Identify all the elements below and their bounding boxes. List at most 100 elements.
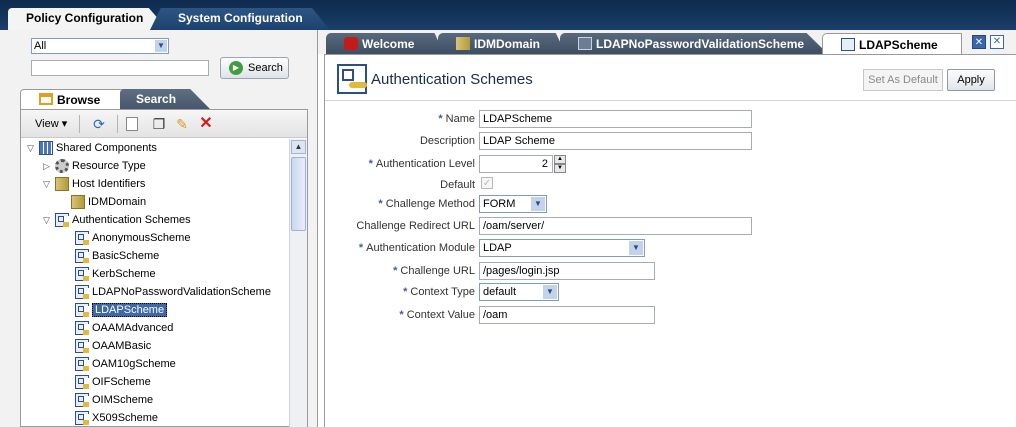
auth-module-select[interactable]: LDAP ▼ — [479, 239, 645, 257]
challenge-url-row: * Challenge URL — [325, 262, 475, 282]
description-label: Description — [419, 135, 475, 147]
refresh-icon[interactable]: ⟳ — [91, 116, 107, 132]
host-icon — [71, 195, 85, 209]
tree-item-scheme[interactable]: OAAMAdvanced — [75, 319, 173, 337]
edit-pencil-icon[interactable]: ✎ — [174, 116, 190, 132]
toolbar-divider — [79, 115, 80, 133]
scrollbar-thumb[interactable] — [291, 157, 306, 231]
oracle-icon — [344, 37, 358, 50]
set-as-default-button[interactable]: Set As Default — [863, 69, 943, 91]
auth-scheme-icon — [75, 411, 89, 425]
name-field[interactable]: LDAPScheme — [479, 110, 752, 128]
tree-item-authentication-schemes[interactable]: ▽ Authentication Schemes — [43, 211, 191, 229]
policy-tree: ▽ Shared Components ▷ Resource Type ▽ Host … — [21, 139, 289, 427]
expanded-icon[interactable]: ▽ — [43, 211, 55, 229]
page-title: Authentication Schemes — [371, 71, 533, 88]
chevron-down-icon[interactable]: ▼ — [629, 241, 643, 255]
redirect-url-row: Challenge Redirect URL — [325, 217, 475, 237]
expanded-icon[interactable]: ▽ — [43, 175, 55, 193]
context-type-select[interactable]: default ▼ — [479, 283, 559, 301]
default-row: Default — [325, 176, 475, 196]
auth-scheme-icon — [75, 303, 89, 317]
auth-scheme-icon — [55, 213, 69, 227]
collapsed-icon[interactable]: ▷ — [43, 157, 55, 175]
tree-item-scheme[interactable]: OAAMBasic — [75, 337, 151, 355]
search-button-label: Search — [248, 62, 283, 74]
tree-item-shared-components[interactable]: ▽ Shared Components — [27, 139, 157, 157]
redirect-url-field[interactable]: /oam/server/ — [479, 217, 752, 235]
spin-down-icon[interactable]: ▼ — [554, 164, 566, 173]
scroll-up-icon[interactable]: ▲ — [291, 140, 306, 154]
tree-item-scheme[interactable]: KerbScheme — [75, 265, 156, 283]
tree-item-idmdomain[interactable]: IDMDomain — [71, 193, 146, 211]
auth-level-field[interactable]: 2 — [479, 155, 553, 173]
auth-level-row: * Authentication Level — [325, 155, 475, 175]
search-input[interactable] — [31, 60, 209, 76]
auth-scheme-icon — [578, 37, 592, 50]
create-icon[interactable] — [126, 117, 138, 131]
tab-browse[interactable]: Browse — [20, 89, 128, 109]
default-label: Default — [440, 179, 475, 191]
delete-icon[interactable]: ✕ — [198, 116, 214, 132]
description-row: Description — [325, 132, 475, 152]
browse-icon — [39, 93, 53, 105]
close-all-tabs-icon[interactable]: ✕ — [990, 35, 1004, 49]
tree-item-scheme[interactable]: OIMScheme — [75, 391, 153, 409]
auth-scheme-icon — [75, 249, 89, 263]
duplicate-icon[interactable]: ❐ — [151, 116, 167, 132]
tree-item-scheme[interactable]: OAM10gScheme — [75, 355, 176, 373]
toolbar-divider — [117, 115, 118, 133]
navigator-tabs: Browse Search — [20, 89, 310, 109]
expanded-icon[interactable]: ▽ — [27, 139, 39, 157]
name-label: * Name — [438, 113, 475, 125]
tree-item-scheme[interactable]: LDAPNoPasswordValidationScheme — [75, 283, 271, 301]
tree-item-scheme[interactable]: OIFScheme — [75, 373, 151, 391]
spin-up-icon[interactable]: ▲ — [554, 155, 566, 164]
description-field[interactable]: LDAP Scheme — [479, 132, 752, 150]
context-type-row: * Context Type — [325, 283, 475, 303]
default-checkbox[interactable]: ✓ — [481, 177, 493, 189]
auth-scheme-icon — [75, 393, 89, 407]
doc-tab-ldapnopassword[interactable]: LDAPNoPasswordValidationScheme — [560, 33, 828, 54]
host-icon — [55, 177, 69, 191]
browse-tree-panel: View ▾ ⟳ ❐ ✎ ✕ ▽ Shared Components ▷ Resou… — [20, 109, 308, 427]
close-tab-icon[interactable]: ✕ — [972, 35, 986, 49]
tab-search[interactable]: Search — [120, 89, 210, 109]
tree-item-host-identifiers[interactable]: ▽ Host Identifiers — [43, 175, 145, 193]
components-icon — [39, 141, 53, 155]
chevron-down-icon[interactable]: ▼ — [543, 285, 557, 299]
context-value-field[interactable]: /oam — [479, 306, 655, 324]
page-header: Authentication Schemes Set As Default Ap… — [325, 55, 1016, 101]
tree-item-scheme[interactable]: AnonymousScheme — [75, 229, 190, 247]
auth-scheme-icon — [841, 38, 855, 51]
view-menu[interactable]: View ▾ — [35, 117, 67, 130]
chevron-down-icon[interactable]: ▼ — [155, 40, 167, 52]
challenge-method-select[interactable]: FORM ▼ — [479, 195, 547, 213]
authentication-scheme-icon — [337, 64, 367, 94]
chevron-down-icon[interactable]: ▼ — [531, 197, 545, 211]
context-value-row: * Context Value — [325, 306, 475, 326]
apply-button[interactable]: Apply — [947, 69, 995, 91]
search-scope-value: All — [34, 40, 47, 52]
search-button[interactable]: ▶ Search — [220, 57, 289, 79]
redirect-url-label: Challenge Redirect URL — [356, 220, 475, 232]
auth-scheme-icon — [75, 231, 89, 245]
challenge-method-row: * Challenge Method — [325, 195, 475, 215]
doc-tab-welcome[interactable]: Welcome — [326, 33, 444, 54]
tree-item-scheme[interactable]: BasicScheme — [75, 247, 159, 265]
challenge-url-label: * Challenge URL — [393, 265, 475, 277]
tree-item-scheme-selected[interactable]: LDAPScheme — [75, 301, 168, 319]
challenge-url-field[interactable]: /pages/login.jsp — [479, 262, 655, 280]
doc-tab-idmdomain[interactable]: IDMDomain — [438, 33, 566, 54]
tab-system-configuration[interactable]: System Configuration — [150, 8, 330, 30]
tab-policy-configuration[interactable]: Policy Configuration — [8, 8, 168, 30]
auth-level-spinner[interactable]: ▲ ▼ — [554, 155, 566, 173]
search-scope-select[interactable]: All ▼ — [31, 38, 169, 54]
auth-scheme-icon — [75, 285, 89, 299]
tree-item-scheme[interactable]: X509Scheme — [75, 409, 158, 427]
doc-tab-ldapscheme-active[interactable]: LDAPScheme — [822, 33, 962, 54]
tab-browse-label: Browse — [57, 93, 101, 107]
tree-item-resource-type[interactable]: ▷ Resource Type — [43, 157, 146, 175]
context-value-label: * Context Value — [399, 309, 475, 321]
auth-level-label: * Authentication Level — [368, 158, 475, 170]
